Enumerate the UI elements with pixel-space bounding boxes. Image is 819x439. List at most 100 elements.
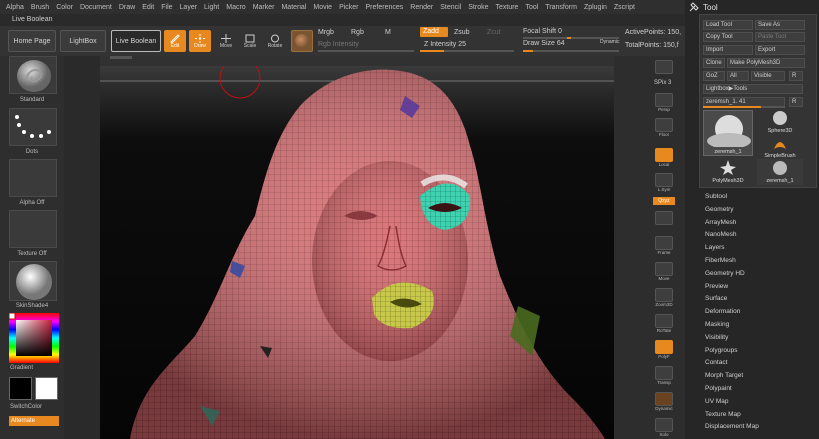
menu-item-stroke[interactable]: Stroke bbox=[468, 4, 488, 11]
zadd-toggle[interactable]: Zadd bbox=[420, 27, 448, 37]
lightbox-button[interactable]: LightBox bbox=[60, 30, 106, 52]
menu-item-render[interactable]: Render bbox=[410, 4, 433, 11]
focal-shift-slider[interactable]: Focal Shift 0 bbox=[523, 28, 562, 35]
canvas-viewport[interactable] bbox=[100, 66, 614, 439]
tool-subpalette-polypaint[interactable]: Polypaint bbox=[705, 385, 732, 392]
tool-subpalette-nanomesh[interactable]: NanoMesh bbox=[705, 231, 736, 238]
switchcolor-button[interactable]: SwitchColor bbox=[10, 404, 60, 410]
save-as-button[interactable]: Save As bbox=[755, 20, 805, 30]
menu-item-movie[interactable]: Movie bbox=[313, 4, 332, 11]
menu-item-transform[interactable]: Transform bbox=[545, 4, 577, 11]
goz-all-button[interactable]: All bbox=[727, 71, 749, 81]
spix-slider[interactable]: SPix 3 bbox=[654, 80, 671, 86]
menu-item-edit[interactable]: Edit bbox=[142, 4, 154, 11]
tool-subpalette-texture-map[interactable]: Texture Map bbox=[705, 411, 741, 418]
color-picker[interactable] bbox=[8, 312, 59, 363]
zoom3d-button[interactable]: Zoom3D bbox=[652, 286, 676, 308]
move-button[interactable]: Move bbox=[215, 30, 237, 52]
z-intensity-slider[interactable]: Z Intensity 25 bbox=[424, 41, 466, 48]
solo-button[interactable]: Solo bbox=[652, 416, 676, 438]
menu-item-material[interactable]: Material bbox=[281, 4, 306, 11]
menu-item-marker[interactable]: Marker bbox=[253, 4, 275, 11]
dynamic-toggle[interactable]: Dynamic bbox=[600, 39, 619, 45]
home-page-button[interactable]: Home Page bbox=[8, 30, 56, 52]
sym-button[interactable] bbox=[652, 207, 676, 229]
xyz-toggle[interactable]: Qxyz bbox=[653, 197, 675, 205]
zsub-toggle[interactable]: Zsub bbox=[454, 29, 470, 36]
bpr-button[interactable] bbox=[652, 56, 676, 78]
persp-button[interactable]: Persp bbox=[652, 91, 676, 113]
move-view-button[interactable]: Move bbox=[652, 260, 676, 282]
r-button-2[interactable]: R bbox=[789, 97, 803, 107]
m-toggle[interactable]: M bbox=[385, 29, 391, 36]
scroll-handle[interactable] bbox=[110, 56, 132, 59]
tool-subpalette-fibermesh[interactable]: FiberMesh bbox=[705, 257, 736, 264]
lightbox-tools-button[interactable]: Lightbox▶Tools bbox=[703, 84, 803, 94]
tool-subpalette-uv-map[interactable]: UV Map bbox=[705, 398, 728, 405]
edit-button[interactable]: Edit bbox=[164, 30, 186, 52]
menu-item-light[interactable]: Light bbox=[204, 4, 219, 11]
r-button[interactable]: R bbox=[789, 71, 803, 81]
transp-button[interactable]: Transp bbox=[652, 364, 676, 386]
load-tool-button[interactable]: Load Tool bbox=[703, 20, 753, 30]
menu-item-layer[interactable]: Layer bbox=[180, 4, 198, 11]
mrgb-toggle[interactable]: Mrgb bbox=[318, 29, 334, 36]
menu-item-picker[interactable]: Picker bbox=[339, 4, 358, 11]
make-polymesh-button[interactable]: Make PolyMesh3D bbox=[727, 58, 805, 68]
menu-item-stencil[interactable]: Stencil bbox=[440, 4, 461, 11]
import-button[interactable]: Import bbox=[703, 45, 753, 55]
ghost-button[interactable]: Dynamic bbox=[652, 390, 676, 412]
floor-button[interactable]: Floor bbox=[652, 116, 676, 138]
local-button[interactable]: Local bbox=[652, 146, 676, 168]
zcut-toggle[interactable]: Zcut bbox=[487, 29, 501, 36]
menu-item-zscript[interactable]: Zscript bbox=[614, 4, 635, 11]
menu-item-alpha[interactable]: Alpha bbox=[6, 4, 24, 11]
rotate-view-button[interactable]: RoTate bbox=[652, 312, 676, 334]
tool-subpalette-masking[interactable]: Masking bbox=[705, 321, 729, 328]
draw-button[interactable]: Draw bbox=[189, 30, 211, 52]
sculpt-model[interactable] bbox=[100, 66, 614, 439]
scale-button[interactable]: Scale bbox=[239, 30, 261, 52]
tool-subpalette-geometry-hd[interactable]: Geometry HD bbox=[705, 270, 745, 277]
menu-item-color[interactable]: Color bbox=[56, 4, 73, 11]
tool-thumb-zeremsh[interactable]: zeremsh_1 bbox=[703, 110, 753, 156]
visible-button[interactable]: Visible bbox=[751, 71, 785, 81]
rgb-toggle[interactable]: Rgb bbox=[351, 29, 364, 36]
tool-subpalette-preview[interactable]: Preview bbox=[705, 283, 728, 290]
draw-size-slider[interactable]: Draw Size 64 bbox=[523, 40, 565, 47]
tool-subpalette-layers[interactable]: Layers bbox=[705, 244, 725, 251]
menu-item-brush[interactable]: Brush bbox=[31, 4, 49, 11]
tool-thumb-polymesh3d[interactable]: PolyMesh3D bbox=[703, 159, 753, 185]
menu-item-tool[interactable]: Tool bbox=[525, 4, 538, 11]
tool-subpalette-displacement-map[interactable]: Displacement Map bbox=[705, 423, 759, 430]
tool-subpalette-surface[interactable]: Surface bbox=[705, 295, 727, 302]
tool-thumb-sphere3d[interactable]: Sphere3D bbox=[757, 110, 803, 134]
tool-subpalette-contact[interactable]: Contact bbox=[705, 359, 727, 366]
brush-thumbnail[interactable] bbox=[9, 56, 57, 94]
alternate-toggle[interactable]: Alternate bbox=[9, 416, 59, 426]
export-button[interactable]: Export bbox=[755, 45, 805, 55]
live-boolean-button[interactable]: Live Boolean bbox=[111, 30, 161, 52]
tool-subpalette-geometry[interactable]: Geometry bbox=[705, 206, 734, 213]
gradient-label[interactable]: Gradient bbox=[10, 365, 60, 371]
tool-palette-header[interactable]: Tool bbox=[685, 0, 819, 14]
texture-thumbnail[interactable] bbox=[9, 210, 57, 248]
tool-thumb-simplebrush[interactable]: SimpleBrush bbox=[757, 135, 803, 159]
goz-button[interactable]: GoZ bbox=[703, 71, 725, 81]
tool-subpalette-polygroups[interactable]: Polygroups bbox=[705, 347, 738, 354]
menu-item-file[interactable]: File bbox=[161, 4, 172, 11]
tool-subpalette-subtool[interactable]: Subtool bbox=[705, 193, 727, 200]
tool-subpalette-morph-target[interactable]: Morph Target bbox=[705, 372, 743, 379]
clone-button[interactable]: Clone bbox=[703, 58, 725, 68]
secondary-color-swatch[interactable] bbox=[35, 377, 58, 400]
menu-item-texture[interactable]: Texture bbox=[495, 4, 518, 11]
main-color-swatch[interactable] bbox=[9, 377, 32, 400]
menu-item-preferences[interactable]: Preferences bbox=[366, 4, 404, 11]
tool-subpalette-arraymesh[interactable]: ArrayMesh bbox=[705, 219, 736, 226]
menu-item-zplugin[interactable]: Zplugin bbox=[584, 4, 607, 11]
menu-item-macro[interactable]: Macro bbox=[226, 4, 245, 11]
rotate-button[interactable]: Rotate bbox=[264, 30, 286, 52]
paste-tool-button[interactable]: Paste Tool bbox=[755, 32, 805, 42]
tool-subpalette-visibility[interactable]: Visibility bbox=[705, 334, 728, 341]
frame-button[interactable]: Frame bbox=[652, 234, 676, 256]
